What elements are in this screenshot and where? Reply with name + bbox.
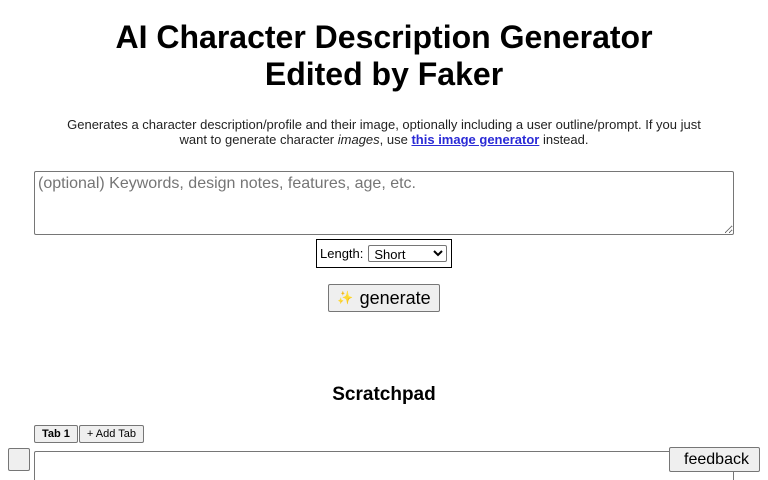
tab-1[interactable]: Tab 1 bbox=[34, 425, 78, 443]
generate-button[interactable]: ✨ generate bbox=[328, 284, 440, 312]
corner-button[interactable] bbox=[8, 448, 30, 471]
feedback-button[interactable]: feedback bbox=[669, 447, 760, 472]
length-select[interactable]: Short bbox=[368, 245, 448, 262]
length-control: Length: Short bbox=[316, 239, 452, 268]
prompt-input[interactable] bbox=[34, 171, 734, 235]
page: AI Character Description Generator Edite… bbox=[0, 0, 768, 480]
title-line-2: Edited by Faker bbox=[264, 56, 504, 92]
description-emphasis: images bbox=[337, 132, 380, 147]
scratchpad-title: Scratchpad bbox=[332, 384, 436, 405]
feedback-label: feedback bbox=[684, 450, 749, 468]
image-generator-link[interactable]: this image generator bbox=[411, 132, 539, 147]
scratchpad-tabs: Tab 1 + Add Tab bbox=[34, 425, 144, 443]
description-text-3: instead. bbox=[539, 132, 589, 147]
add-tab-button[interactable]: + Add Tab bbox=[78, 425, 144, 443]
sparkles-icon: ✨ bbox=[337, 290, 354, 305]
title-line-1: AI Character Description Generator bbox=[115, 19, 653, 55]
page-title: AI Character Description Generator Edite… bbox=[0, 19, 768, 93]
description: Generates a character description/profil… bbox=[58, 117, 710, 147]
description-text-2: , use bbox=[379, 132, 412, 147]
length-label: Length: bbox=[320, 246, 364, 261]
scratchpad-editor[interactable] bbox=[34, 451, 734, 480]
generate-button-label: generate bbox=[359, 287, 431, 308]
